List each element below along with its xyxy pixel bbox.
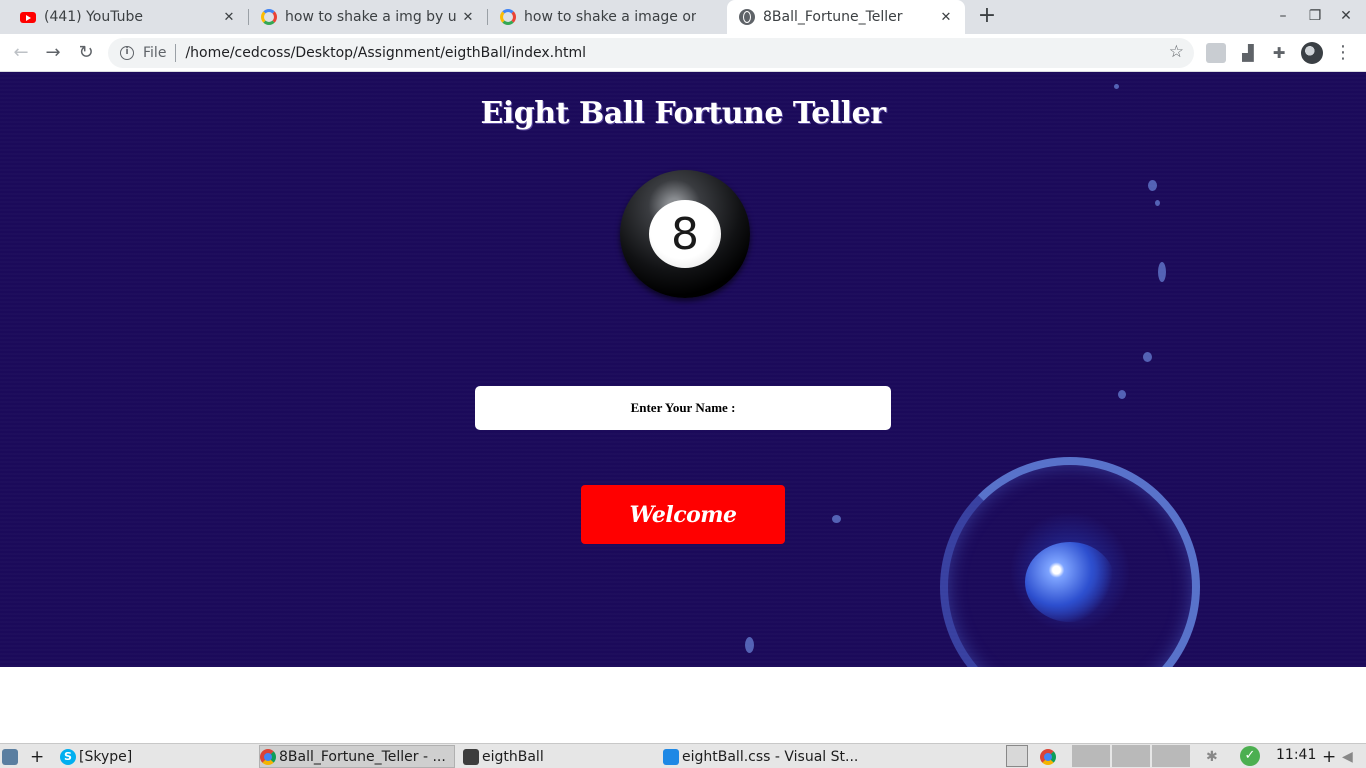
tray-add-icon[interactable]: +	[1322, 745, 1336, 768]
clock[interactable]: 11:41	[1276, 747, 1316, 763]
background-drop	[1143, 352, 1152, 362]
workspace-1[interactable]	[1072, 745, 1110, 767]
address-bar[interactable]: i File /home/cedcoss/Desktop/Assignment/…	[108, 38, 1194, 68]
google-icon	[261, 9, 277, 25]
taskbar-item-folder[interactable]: eigthBall	[463, 745, 659, 768]
skype-icon: S	[60, 748, 76, 765]
workspace-2[interactable]	[1112, 745, 1150, 767]
tab-title: how to shake a img by usi	[285, 9, 457, 25]
bookmark-star-icon[interactable]: ☆	[1169, 42, 1184, 62]
tab-search-2[interactable]: how to shake a image on a	[488, 0, 726, 34]
background-drop	[1155, 200, 1160, 206]
new-tab-button[interactable]: +	[976, 5, 998, 27]
page-viewport: Eight Ball Fortune Teller 8 Welcome	[0, 72, 1366, 667]
bluetooth-icon[interactable]: ✱	[1206, 745, 1220, 768]
tab-title: how to shake a image on a	[524, 9, 696, 25]
taskbar-item-skype[interactable]: S [Skype]	[60, 745, 256, 768]
minimize-icon[interactable]: –	[1273, 8, 1293, 24]
chrome-icon	[260, 748, 276, 765]
background-drop	[1148, 180, 1157, 191]
taskbar: + S [Skype] 8Ball_Fortune_Teller - ... e…	[0, 743, 1366, 768]
globe-icon	[739, 9, 755, 25]
extension-chart-icon[interactable]: ▟	[1238, 43, 1258, 63]
tab-search-1[interactable]: how to shake a img by usi ✕	[249, 0, 487, 34]
taskbar-item-vscode[interactable]: eightBall.css - Visual St...	[663, 745, 859, 768]
tab-title: 8Ball_Fortune_Teller	[763, 9, 903, 25]
tab-youtube[interactable]: (441) YouTube ✕	[8, 0, 248, 34]
info-icon[interactable]: i	[120, 46, 134, 60]
eight-ball-image[interactable]: 8	[620, 170, 750, 298]
desktop-icon	[2, 748, 18, 765]
profile-avatar[interactable]	[1301, 42, 1323, 64]
workspace-3[interactable]	[1152, 745, 1190, 767]
background-drop	[1114, 84, 1119, 89]
background-drop	[832, 515, 841, 523]
url-text[interactable]: /home/cedcoss/Desktop/Assignment/eigthBa…	[185, 45, 586, 61]
scheme-label: File	[143, 45, 167, 61]
back-arrow-icon[interactable]: ←	[9, 41, 33, 65]
kebab-menu-icon[interactable]: ⋮	[1334, 42, 1352, 63]
google-icon	[500, 9, 516, 25]
name-input[interactable]	[475, 386, 891, 430]
taskbar-item-label: eigthBall	[482, 748, 544, 765]
browser-toolbar: ← → ↻ i File /home/cedcoss/Desktop/Assig…	[0, 34, 1366, 72]
show-desktop-icon[interactable]	[2, 745, 24, 768]
reload-icon[interactable]: ↻	[74, 41, 98, 65]
folder-icon	[463, 748, 479, 765]
omnibox-separator	[175, 44, 177, 62]
close-icon[interactable]: ✕	[457, 10, 479, 25]
taskbar-item-label: 8Ball_Fortune_Teller - ...	[279, 748, 446, 765]
close-icon[interactable]: ✕	[935, 10, 957, 25]
tab-title: (441) YouTube	[44, 9, 144, 25]
close-window-icon[interactable]: ✕	[1336, 8, 1356, 24]
tray-chrome-icon[interactable]	[1040, 745, 1062, 768]
taskbar-item-chrome[interactable]: 8Ball_Fortune_Teller - ...	[259, 745, 455, 768]
close-icon[interactable]: ✕	[218, 10, 240, 25]
taskbar-item-label: [Skype]	[79, 748, 133, 765]
background-drop	[745, 637, 754, 653]
puzzle-icon[interactable]: ✚	[1269, 43, 1289, 63]
extension-image-icon[interactable]	[1206, 43, 1226, 63]
welcome-button[interactable]: Welcome	[581, 485, 785, 544]
tab-strip: (441) YouTube ✕ how to shake a img by us…	[0, 0, 1366, 34]
forward-arrow-icon[interactable]: →	[41, 41, 65, 65]
vscode-icon	[663, 748, 679, 765]
background-drop	[1158, 262, 1166, 282]
add-panel-button[interactable]: +	[30, 745, 46, 768]
page-title: Eight Ball Fortune Teller	[480, 96, 886, 131]
tab-8ball[interactable]: 8Ball_Fortune_Teller ✕	[727, 0, 965, 34]
youtube-icon	[20, 11, 36, 23]
restore-icon[interactable]: ❐	[1305, 8, 1325, 24]
ball-face: 8	[649, 200, 721, 268]
background-drop	[1118, 390, 1126, 399]
background-orb	[1025, 542, 1115, 622]
volume-icon[interactable]: ◀	[1342, 745, 1360, 768]
ball-number: 8	[671, 208, 699, 260]
taskbar-item-label: eightBall.css - Visual St...	[682, 748, 859, 765]
chrome-icon	[1040, 748, 1056, 765]
update-check-icon[interactable]: ✓	[1240, 746, 1260, 766]
window-list-icon[interactable]	[1006, 745, 1028, 767]
